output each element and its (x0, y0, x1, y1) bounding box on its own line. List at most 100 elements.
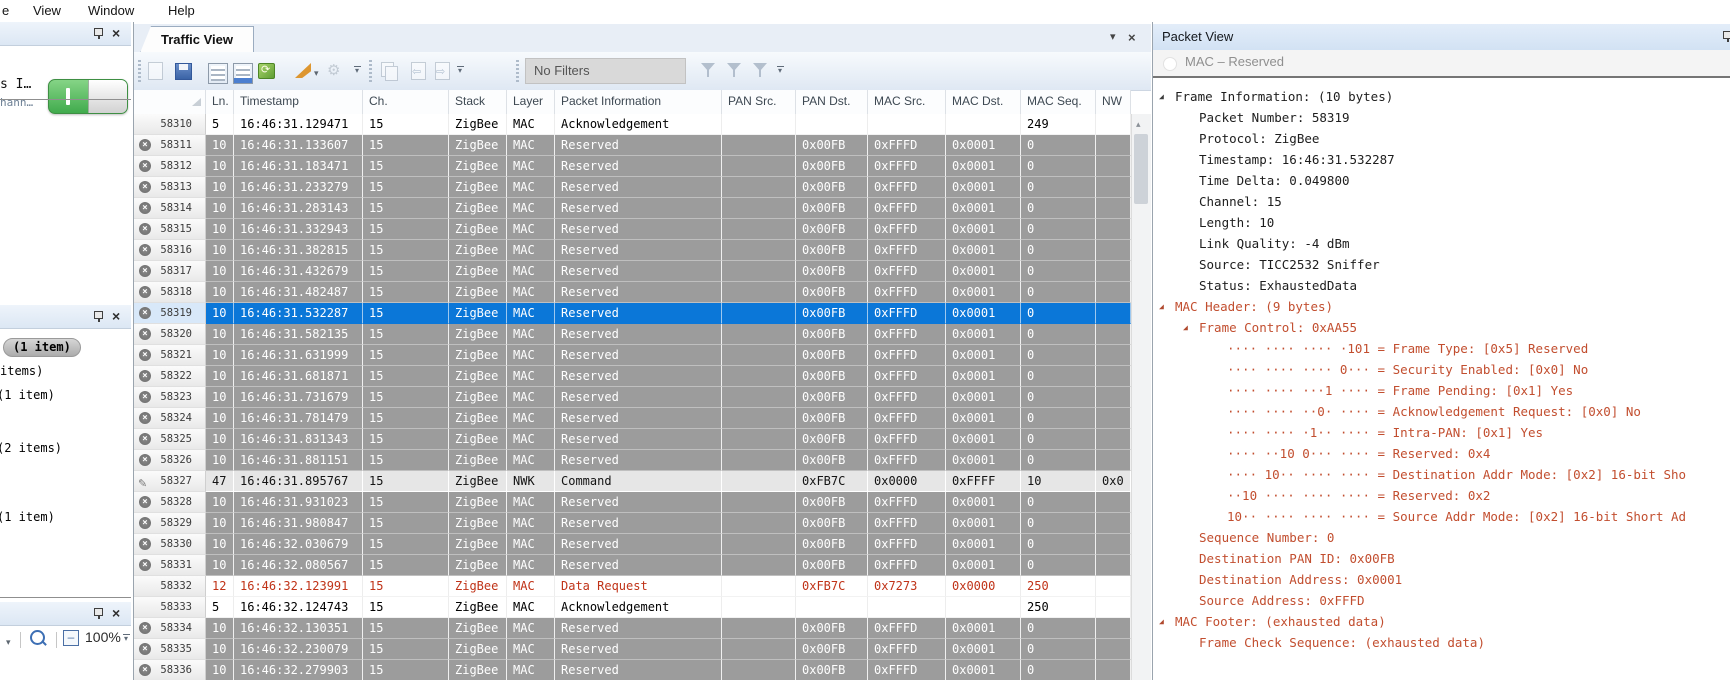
column-header-packet-information[interactable]: Packet Information (555, 90, 722, 114)
close-icon[interactable]: × (112, 27, 120, 39)
toolbar-drag-handle[interactable] (138, 60, 141, 82)
tree-item[interactable]: (1 item) (0, 388, 55, 402)
tree-line[interactable]: Protocol: ZigBee (1153, 128, 1730, 149)
expander-icon[interactable]: ◢ (1183, 317, 1188, 338)
capture-toggle[interactable] (48, 79, 128, 114)
table-row[interactable]: 58319×1016:46:31.53228715ZigBeeMACReserv… (134, 303, 1131, 324)
close-icon[interactable]: × (112, 607, 120, 619)
tree-line[interactable]: ◢Frame Control: 0xAA55 (1153, 317, 1730, 338)
zoom-out-icon[interactable]: – (63, 630, 79, 646)
pin-icon[interactable] (1721, 30, 1730, 43)
table-row[interactable]: 58313×1016:46:31.23327915ZigBeeMACReserv… (134, 177, 1131, 198)
tree-line[interactable]: Source Address: 0xFFFD (1153, 590, 1730, 611)
chevron-down-icon[interactable]: ▾ (314, 68, 319, 79)
column-header-timestamp[interactable]: Timestamp (234, 90, 363, 114)
tree-item[interactable]: items) (0, 364, 43, 378)
table-row[interactable]: 58321×1016:46:31.63199915ZigBeeMACReserv… (134, 345, 1131, 366)
filter-funnel-icon[interactable] (701, 63, 715, 71)
next-page-icon[interactable]: ⇨ (433, 60, 453, 82)
tree-line[interactable]: ···· ···· ···· ·101 = Frame Type: [0x5] … (1153, 338, 1730, 359)
tree-line[interactable]: ···· ···· ···1 ···· = Frame Pending: [0x… (1153, 380, 1730, 401)
stack-select-icon[interactable] (256, 60, 276, 82)
table-row[interactable]: 58317×1016:46:31.43267915ZigBeeMACReserv… (134, 261, 1131, 282)
table-row[interactable]: 58315×1016:46:31.33294315ZigBeeMACReserv… (134, 219, 1131, 240)
table-row[interactable]: 58310516:46:31.12947115ZigBeeMACAcknowle… (134, 114, 1131, 135)
tree-line[interactable]: ◢MAC Footer: (exhausted data) (1153, 611, 1730, 632)
column-header-pan-dst[interactable]: PAN Dst. (796, 90, 868, 114)
menu-item-view[interactable]: View (33, 3, 61, 18)
chevron-down-icon[interactable]: ▾ (1110, 32, 1116, 43)
menu-item-help[interactable]: Help (168, 3, 195, 18)
chevron-down-icon[interactable]: ▾ (6, 637, 11, 648)
copy-icon[interactable] (379, 60, 399, 82)
tree-item-selected[interactable]: (1 item) (3, 338, 81, 357)
column-header-ln[interactable]: Ln. (206, 90, 234, 114)
table-row[interactable]: 58318×1016:46:31.48248715ZigBeeMACReserv… (134, 282, 1131, 303)
magnifier-icon[interactable] (30, 630, 45, 645)
tree-line[interactable]: ··10 ···· ···· ···· = Reserved: 0x2 (1153, 485, 1730, 506)
filter-clear-funnel-icon[interactable] (753, 63, 767, 71)
table-row[interactable]: 58323×1016:46:31.73167915ZigBeeMACReserv… (134, 387, 1131, 408)
table-row[interactable]: 58312×1016:46:31.18347115ZigBeeMACReserv… (134, 156, 1131, 177)
column-header-mac-seq[interactable]: MAC Seq. (1021, 90, 1096, 114)
filter-edit-funnel-icon[interactable] (727, 63, 741, 71)
tree-line[interactable]: ···· ···· ·1·· ···· = Intra-PAN: [0x1] Y… (1153, 422, 1730, 443)
column-header-pan-src[interactable]: PAN Src. (722, 90, 796, 114)
tree-line[interactable]: ···· ···· ···· 0··· = Security Enabled: … (1153, 359, 1730, 380)
tree-line[interactable]: Destination PAN ID: 0x00FB (1153, 548, 1730, 569)
table-row[interactable]: 58314×1016:46:31.28314315ZigBeeMACReserv… (134, 198, 1131, 219)
tree-line[interactable]: ···· 10·· ···· ···· = Destination Addr M… (1153, 464, 1730, 485)
table-row[interactable]: 58316×1016:46:31.38281515ZigBeeMACReserv… (134, 240, 1131, 261)
tree-line[interactable]: Status: ExhaustedData (1153, 275, 1730, 296)
table-row[interactable]: 58311×1016:46:31.13360715ZigBeeMACReserv… (134, 135, 1131, 156)
tree-line[interactable]: ···· ··10 0··· ···· = Reserved: 0x4 (1153, 443, 1730, 464)
table-row[interactable]: 58333516:46:32.12474315ZigBeeMACAcknowle… (134, 597, 1131, 618)
overflow-icon[interactable]: ▾ (456, 66, 464, 73)
overflow-icon[interactable]: ▾ (353, 66, 361, 73)
menu-item-window[interactable]: Window (88, 3, 134, 18)
menu-item-e[interactable]: e (2, 3, 9, 18)
table-row[interactable]: 58325×1016:46:31.83134315ZigBeeMACReserv… (134, 429, 1131, 450)
vertical-scrollbar[interactable]: ▴ (1131, 114, 1151, 680)
tab-traffic-view[interactable]: Traffic View (140, 26, 254, 53)
column-header-stack[interactable]: Stack (449, 90, 507, 114)
tree-line[interactable]: Channel: 15 (1153, 191, 1730, 212)
tree-line[interactable]: Frame Check Sequence: (exhausted data) (1153, 632, 1730, 653)
scrollbar-thumb[interactable] (1134, 134, 1148, 204)
tree-line[interactable]: ◢Frame Information: (10 bytes) (1153, 86, 1730, 107)
clear-traffic-icon[interactable] (294, 60, 314, 82)
table-row[interactable]: 58329×1016:46:31.98084715ZigBeeMACReserv… (134, 513, 1131, 534)
tree-line[interactable]: ◢MAC Header: (9 bytes) (1153, 296, 1730, 317)
tree-line[interactable]: Packet Number: 58319 (1153, 107, 1730, 128)
table-row[interactable]: 58331×1016:46:32.08056715ZigBeeMACReserv… (134, 555, 1131, 576)
column-header-ch[interactable]: Ch. (363, 90, 449, 114)
column-header-nw[interactable]: NW (1096, 90, 1131, 114)
tree-line[interactable]: ···· ···· ··0· ···· = Acknowledgement Re… (1153, 401, 1730, 422)
expander-icon[interactable]: ◢ (1159, 86, 1164, 107)
table-row[interactable]: 58334×1016:46:32.13035115ZigBeeMACReserv… (134, 618, 1131, 639)
table-row[interactable]: 58320×1016:46:31.58213515ZigBeeMACReserv… (134, 324, 1131, 345)
tree-item[interactable]: (2 items) (0, 441, 62, 455)
toolbar-drag-handle[interactable] (516, 60, 519, 82)
tree-line[interactable]: Timestamp: 16:46:31.532287 (1153, 149, 1730, 170)
save-capture-icon[interactable] (173, 60, 193, 82)
pin-icon[interactable] (92, 607, 104, 620)
tree-line[interactable]: 10·· ···· ···· ···· = Source Addr Mode: … (1153, 506, 1730, 527)
open-capture-icon[interactable] (146, 60, 166, 82)
column-header-row-number[interactable] (134, 90, 206, 114)
scroll-up-icon[interactable]: ▴ (1136, 119, 1141, 130)
toggle-thumb[interactable] (88, 80, 127, 113)
table-row[interactable]: 583321216:46:32.12399115ZigBeeMACData Re… (134, 576, 1131, 597)
overflow-icon[interactable]: ▾ (776, 66, 784, 73)
device-list-icon[interactable] (206, 60, 226, 82)
table-row[interactable]: 58324×1016:46:31.78147915ZigBeeMACReserv… (134, 408, 1131, 429)
expander-icon[interactable]: ◢ (1159, 296, 1164, 317)
table-row[interactable]: 58336×1016:46:32.27990315ZigBeeMACReserv… (134, 660, 1131, 680)
tree-line[interactable]: Length: 10 (1153, 212, 1730, 233)
pin-icon[interactable] (92, 27, 104, 40)
table-row[interactable]: 58326×1016:46:31.88115115ZigBeeMACReserv… (134, 450, 1131, 471)
table-row[interactable]: 58335×1016:46:32.23007915ZigBeeMACReserv… (134, 639, 1131, 660)
toolbar-drag-handle[interactable] (369, 60, 372, 82)
tree-line[interactable]: Source: TICC2532 Sniffer (1153, 254, 1730, 275)
table-row[interactable]: 58328×1016:46:31.93102315ZigBeeMACReserv… (134, 492, 1131, 513)
